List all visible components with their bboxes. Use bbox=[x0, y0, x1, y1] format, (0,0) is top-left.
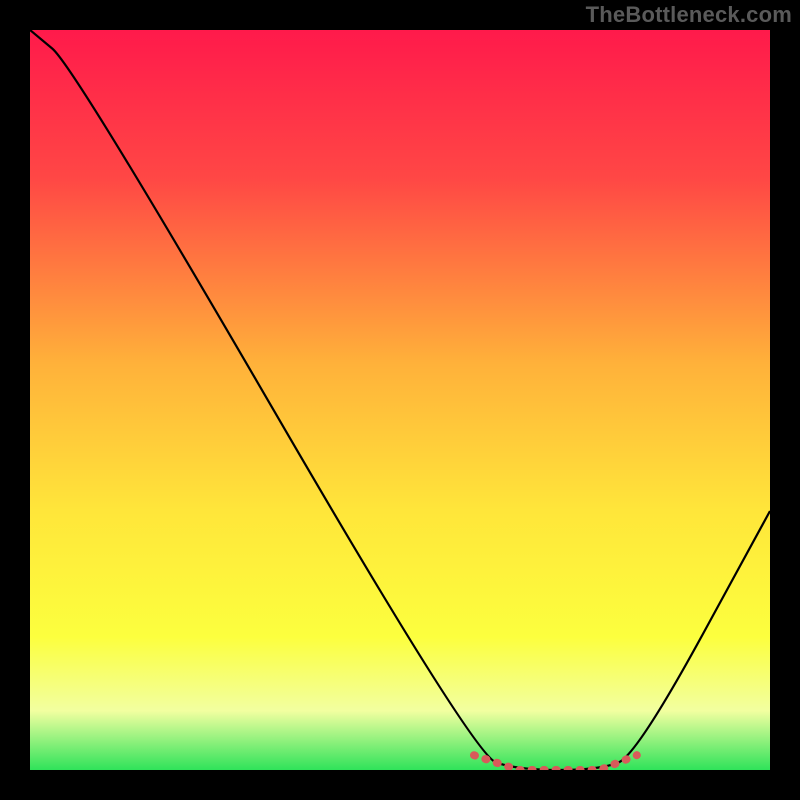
plot-svg bbox=[30, 30, 770, 770]
bottleneck-plot bbox=[30, 30, 770, 770]
watermark-label: TheBottleneck.com bbox=[586, 2, 792, 28]
plot-background bbox=[30, 30, 770, 770]
chart-frame: TheBottleneck.com bbox=[0, 0, 800, 800]
